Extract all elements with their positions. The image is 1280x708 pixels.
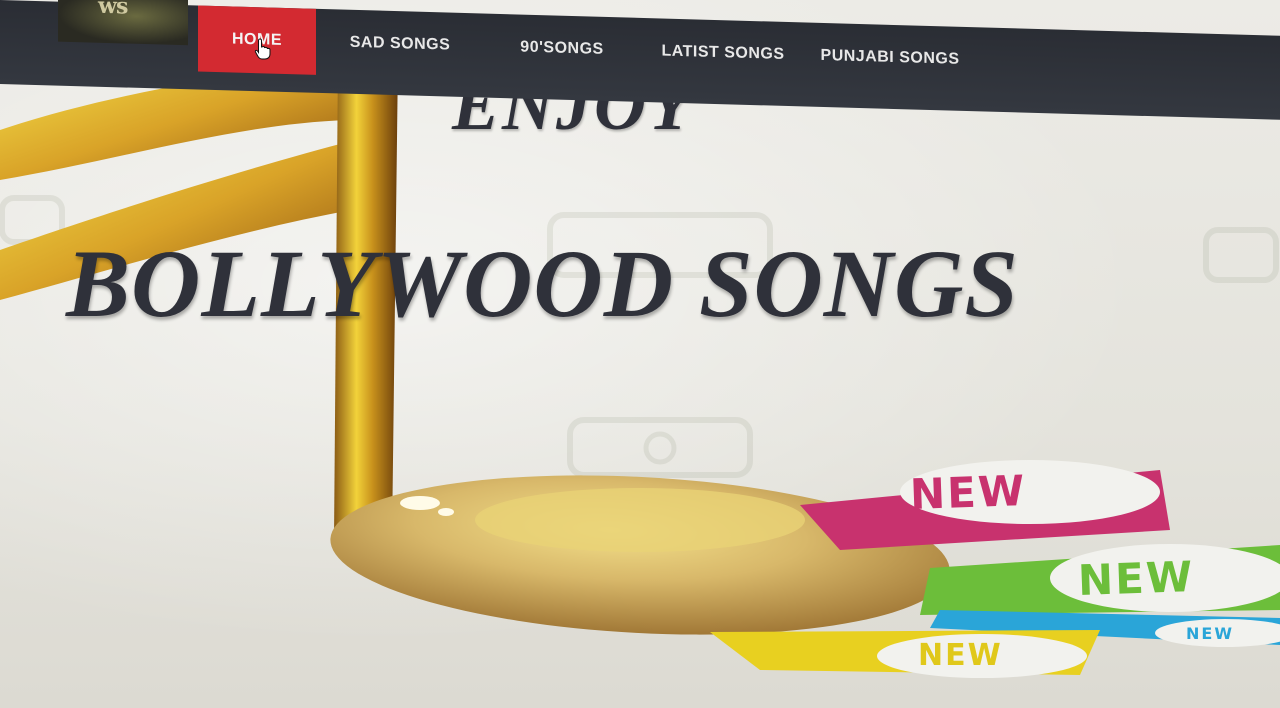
- logo-text: ws: [98, 0, 128, 20]
- site-logo[interactable]: ws: [58, 0, 188, 46]
- nav-sad-songs[interactable]: SAD SONGS: [316, 9, 484, 80]
- new-badge-blue: NEW: [1186, 624, 1234, 643]
- nav-90s-songs[interactable]: 90'SONGS: [484, 14, 640, 84]
- nav-punjabi-songs[interactable]: PUNJABI SONGS: [806, 23, 974, 94]
- new-badge-pink: NEW: [909, 465, 1027, 520]
- nav-latist-songs[interactable]: LATIST SONGS: [640, 18, 806, 89]
- new-badge-green: NEW: [1077, 551, 1195, 606]
- new-badge-yellow: NEW: [918, 638, 1003, 673]
- hand-pointer-icon: [254, 38, 271, 60]
- hero-headline-line2: BOLLYWOOD SONGS: [66, 230, 1019, 337]
